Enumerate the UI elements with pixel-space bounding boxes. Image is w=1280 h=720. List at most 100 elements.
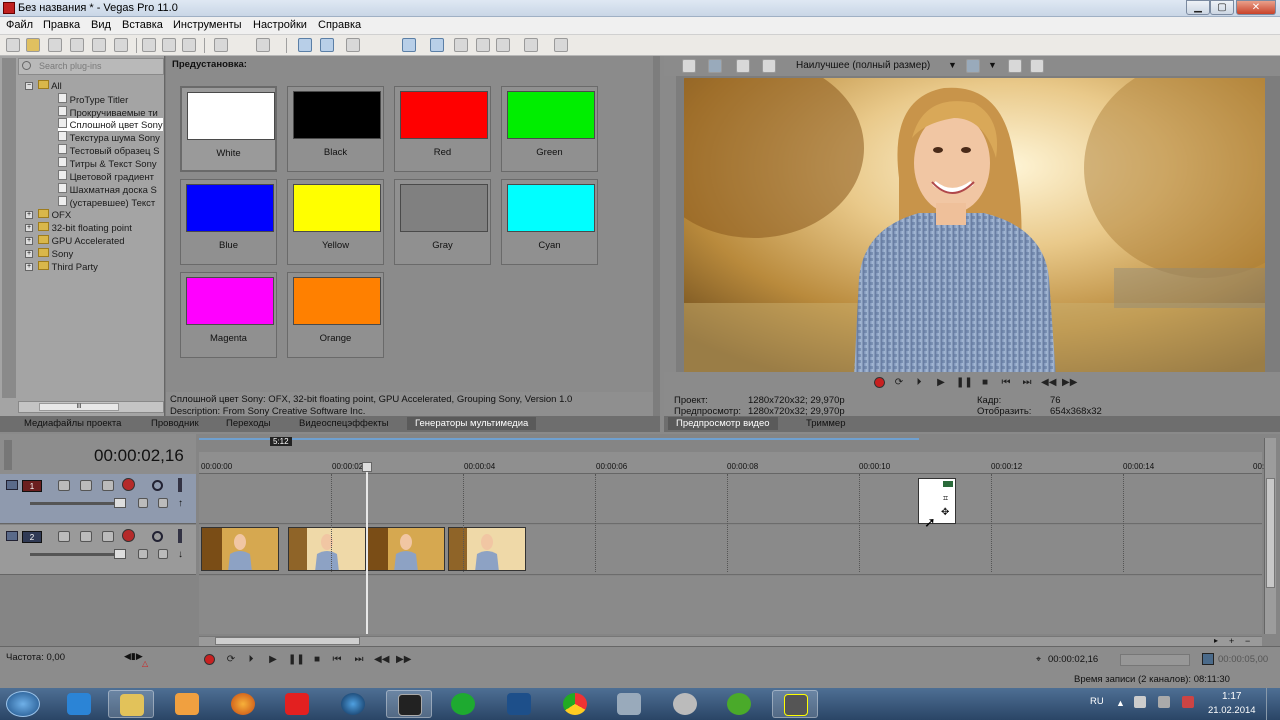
taskbar-utorrent[interactable] [716,690,762,718]
motion-icon[interactable] [58,480,70,491]
tree-group-gpu[interactable]: GPU Accelerated [38,235,125,247]
redo-icon[interactable] [256,38,270,52]
blend-icon[interactable] [138,549,148,559]
tab-video-fx[interactable]: Видеоспецэффекты [299,418,389,429]
language-indicator[interactable]: RU [1090,696,1104,707]
tab-trimmer[interactable]: Триммер [806,418,846,429]
taskbar-media-center[interactable] [330,690,376,718]
taskbar-tool[interactable] [662,690,708,718]
solo-icon[interactable] [178,478,182,492]
fx-icon[interactable] [524,38,538,52]
track-minimize-icon[interactable] [6,480,18,490]
play-icon[interactable]: ▶ [266,654,280,666]
taskbar-chrome[interactable] [552,690,598,718]
mute-icon[interactable] [152,480,163,491]
snapping-icon[interactable] [402,38,416,52]
tray-expand-icon[interactable]: ▲ [1116,698,1125,708]
make-child-icon[interactable]: ↓ [178,549,183,560]
taskbar-recorder[interactable] [772,690,818,718]
parent-icon[interactable] [158,549,168,559]
rate-slider[interactable]: ◀▮▶ [124,651,154,661]
tree-item[interactable]: Текстура шума Sony [58,131,160,144]
expand-icon[interactable]: + [25,263,33,271]
empty-track-area[interactable] [199,576,1262,634]
taskbar-ie[interactable] [56,690,102,718]
composite-icon[interactable] [102,480,114,491]
tree-item-all[interactable]: All [38,80,62,92]
play-from-start-icon[interactable]: ⏵ [244,654,258,666]
playhead-cursor[interactable] [366,462,368,634]
tree-item[interactable]: Титры & Текст Sony [58,157,157,170]
fx-icon[interactable] [80,531,92,542]
play-from-start-icon[interactable]: ⏵ [912,377,926,389]
next-frame-icon[interactable]: ▶▶ [1062,377,1077,389]
menu-tools[interactable]: Инструменты [173,19,242,31]
motion-icon[interactable] [58,531,70,542]
preset-white[interactable]: White [180,86,277,172]
paste-icon[interactable] [182,38,196,52]
tree-item[interactable]: ProType Titler [58,93,128,106]
video-clip-thumbnail[interactable] [288,527,366,571]
preset-green[interactable]: Green [501,86,598,172]
selection-tool-icon[interactable] [346,38,360,52]
timeline-horizontal-scrollbar[interactable]: ▸ + − [199,636,1262,646]
taskbar-vegas[interactable] [386,690,432,718]
go-to-start-icon[interactable]: ⏮ [999,377,1013,389]
tree-group-ofx[interactable]: OFX [38,209,71,221]
slider-thumb[interactable] [114,498,126,508]
copy-snapshot-icon[interactable] [1008,59,1022,73]
go-to-end-icon[interactable]: ⏭ [1020,377,1034,389]
track-minimize-icon[interactable] [6,531,18,541]
menu-help[interactable]: Справка [318,19,361,31]
zoom-in-icon[interactable]: + [1229,636,1234,646]
scroll-right-icon[interactable]: ▸ [1214,636,1218,645]
properties-icon[interactable] [114,38,128,52]
expand-icon[interactable]: + [25,224,33,232]
normal-edit-tool-icon[interactable] [298,38,312,52]
tree-item[interactable]: Цветовой градиент [58,170,154,183]
collapse-icon[interactable]: − [25,82,33,90]
menu-view[interactable]: Вид [91,19,111,31]
scrollbar-thumb[interactable]: III [39,403,119,411]
tree-item[interactable]: Тестовый образец S [58,144,159,157]
scrollbar-thumb[interactable] [215,637,360,645]
track-lane-2[interactable] [199,525,1262,575]
composite-icon[interactable] [102,531,114,542]
scrollbar-thumb[interactable] [1266,478,1275,588]
new-project-icon[interactable] [6,38,20,52]
previous-frame-icon[interactable]: ◀◀ [1041,377,1056,389]
menu-insert[interactable]: Вставка [122,19,163,31]
menu-settings[interactable]: Настройки [253,19,307,31]
tab-video-preview[interactable]: Предпросмотр видео [668,417,778,430]
pause-icon[interactable]: ❚❚ [288,654,305,666]
overlays-icon[interactable] [966,59,980,73]
fx-icon[interactable] [80,480,92,491]
loop-playback-icon[interactable]: ⟳ [224,654,238,666]
selection-length[interactable]: 00:00:05,00 [1218,654,1268,665]
pause-icon[interactable]: ❚❚ [956,377,973,389]
preset-blue[interactable]: Blue [180,179,277,265]
show-desktop-button[interactable] [1266,688,1280,720]
clock-date[interactable]: 21.02.2014 [1208,705,1256,716]
taskbar-mail[interactable] [440,690,486,718]
taskbar-photoshop[interactable] [496,690,542,718]
track-header-2[interactable]: 2 ↓ [0,525,196,575]
expand-icon[interactable]: + [25,211,33,219]
go-to-start-icon[interactable]: ⏮ [330,654,344,666]
envelope-tool-icon[interactable] [320,38,334,52]
mute-icon[interactable] [152,531,163,542]
plugin-search-input[interactable]: Search plug-ins [18,58,164,75]
close-button[interactable]: ✕ [1236,0,1276,15]
next-frame-icon[interactable]: ▶▶ [396,654,411,666]
expand-icon[interactable]: + [25,237,33,245]
tab-explorer[interactable]: Проводник [151,418,199,429]
lock-envelopes-icon[interactable] [476,38,490,52]
slider-thumb[interactable] [114,549,126,559]
blend-icon[interactable] [138,498,148,508]
preview-properties-icon[interactable] [682,59,696,73]
menu-edit[interactable]: Правка [43,19,80,31]
vertical-scrollbar[interactable] [1264,438,1276,634]
preset-orange[interactable]: Orange [287,272,384,358]
menu-file[interactable]: Файл [6,19,33,31]
stop-icon[interactable]: ■ [310,654,324,666]
